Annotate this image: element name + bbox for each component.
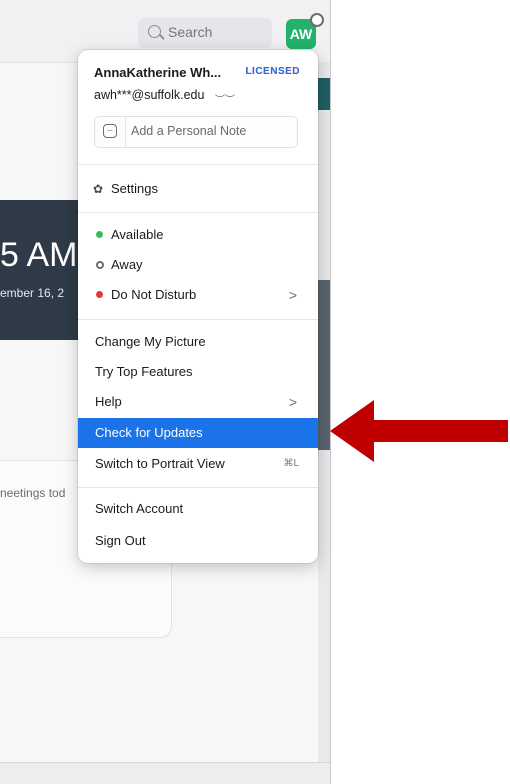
menu-item-label: Sign Out	[95, 533, 146, 548]
profile-dropdown-menu: AnnaKatherine Wh... LICENSED awh***@suff…	[78, 50, 318, 563]
search-box[interactable]: Search	[138, 18, 272, 48]
clock-card: 5 AM ember 16, 2	[0, 200, 78, 340]
menu-divider	[78, 164, 318, 165]
menu-item-label: Settings	[111, 181, 158, 196]
menu-divider	[78, 212, 318, 213]
menu-item-top-features[interactable]: Try Top Features	[78, 357, 318, 387]
chevron-right-icon: >	[288, 287, 297, 303]
license-badge: LICENSED	[245, 66, 300, 77]
user-email: awh***@suffolk.edu	[94, 88, 205, 102]
dark-block	[318, 280, 330, 450]
menu-item-label: Do Not Disturb	[111, 287, 197, 302]
away-status-icon	[96, 261, 104, 269]
menu-item-label: Available	[111, 227, 164, 242]
menu-item-check-for-updates[interactable]: Check for Updates	[78, 418, 318, 448]
hide-email-icon[interactable]: ︶︶	[215, 91, 235, 106]
menu-item-label: Change My Picture	[95, 334, 206, 349]
red-arrow-annotation	[330, 400, 508, 462]
search-placeholder: Search	[168, 24, 213, 40]
clock-time: 5 AM	[0, 236, 78, 274]
chevron-right-icon: >	[288, 394, 297, 410]
available-status-icon	[96, 231, 103, 238]
menu-divider	[78, 487, 318, 488]
menu-item-do-not-disturb[interactable]: Do Not Disturb >	[78, 280, 318, 310]
right-background-strip	[318, 62, 330, 762]
menu-item-label: Help	[95, 394, 122, 409]
meetings-text: neetings tod	[0, 486, 66, 500]
menu-item-label: Away	[111, 257, 143, 272]
teal-block	[318, 78, 330, 110]
bottom-bar	[0, 762, 330, 784]
menu-divider	[78, 319, 318, 320]
personal-note-field[interactable]: ⌣ Add a Personal Note	[94, 116, 298, 148]
menu-item-label: Check for Updates	[95, 425, 203, 440]
avatar-status-badge	[310, 13, 324, 27]
menu-item-label: Switch to Portrait View	[95, 456, 225, 471]
menu-item-portrait-view[interactable]: Switch to Portrait View ⌘L	[78, 449, 318, 479]
menu-item-change-picture[interactable]: Change My Picture	[78, 327, 318, 357]
gear-icon: ✿	[93, 182, 104, 196]
menu-item-away[interactable]: Away	[78, 250, 318, 280]
menu-item-label: Try Top Features	[95, 364, 193, 379]
user-name: AnnaKatherine Wh...	[94, 65, 222, 80]
keyboard-shortcut: ⌘L	[283, 458, 299, 469]
menu-item-sign-out[interactable]: Sign Out	[78, 526, 318, 556]
clock-date: ember 16, 2	[0, 286, 65, 300]
do-not-disturb-icon	[96, 291, 103, 298]
menu-item-available[interactable]: Available	[78, 220, 318, 250]
note-divider	[125, 117, 126, 147]
menu-item-help[interactable]: Help >	[78, 387, 318, 417]
search-icon	[148, 25, 161, 38]
smiley-icon[interactable]: ⌣	[103, 124, 117, 138]
menu-item-label: Switch Account	[95, 501, 184, 516]
menu-item-switch-account[interactable]: Switch Account	[78, 494, 318, 524]
personal-note-placeholder: Add a Personal Note	[131, 124, 247, 138]
menu-item-settings[interactable]: ✿ Settings	[78, 174, 318, 204]
